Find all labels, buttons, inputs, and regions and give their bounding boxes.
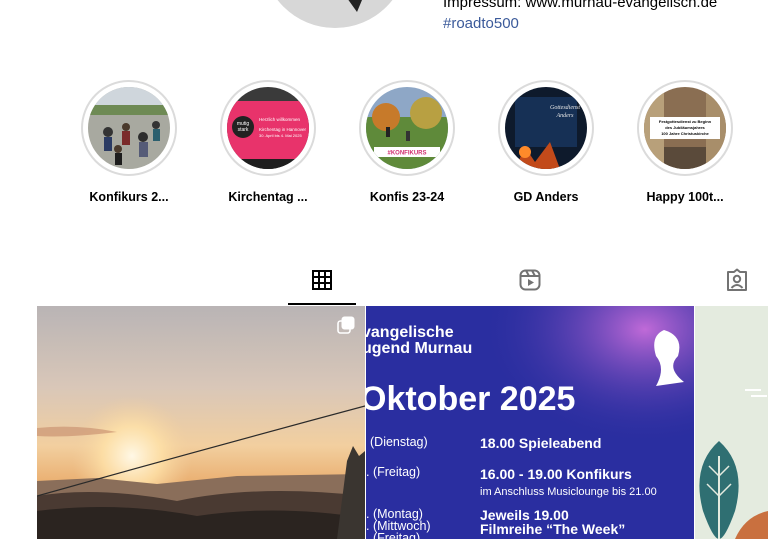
tab-posts[interactable] [310,268,334,292]
post-tile-sunset[interactable] [37,306,365,539]
svg-text:stark: stark [238,127,249,133]
leaf-illustration [695,306,768,539]
bio-impressum: Impressum: www.murnau-evangelisch.de [443,0,718,11]
highlight-kirchentag[interactable]: mutig stark Herzlich willkommen Kirchent… [220,80,316,204]
highlight-ring: Gottesdienst Anders [498,80,594,176]
highlight-label: GD Anders [513,190,579,204]
highlight-cover: Gottesdienst Anders [505,87,587,169]
reels-icon [519,269,541,291]
svg-text:100 Jahre Christuskirche: 100 Jahre Christuskirche [661,131,709,136]
svg-text:ugend Murnau: ugend Murnau [366,340,472,357]
highlight-cover: mutig stark Herzlich willkommen Kirchent… [227,87,309,169]
highlight-label: Konfikurs 2... [89,190,169,204]
post-tile-leaf[interactable] [695,306,768,539]
svg-text:Gottesdienst: Gottesdienst [550,105,580,111]
highlight-konfis-23-24[interactable]: #KONFIKURS Konfis 23-24 [359,80,455,204]
highlight-label: Happy 100t... [646,190,724,204]
svg-text:(Dienstag): (Dienstag) [370,435,428,449]
svg-text:Anders: Anders [556,113,575,119]
svg-text:Kirchentag in Hannover: Kirchentag in Hannover [259,127,307,132]
avatar-image [277,0,393,28]
profile-avatar[interactable] [262,0,408,28]
svg-text:im Anschluss Musiclounge bis 2: im Anschluss Musiclounge bis 21.00 [480,486,657,498]
highlight-ring: mutig stark Herzlich willkommen Kirchent… [220,80,316,176]
oktober-graphic: vangelische ugend Murnau Oktober 2025 (D… [366,306,694,539]
sunset-photo [37,306,365,539]
highlight-konfikurs[interactable]: Konfikurs 2... [81,80,177,204]
highlight-label: Kirchentag ... [228,190,308,204]
svg-text:Herzlich willkommen: Herzlich willkommen [259,117,301,122]
highlight-cover: Festgottesdienst zu Beginn des Jubiläums… [644,87,726,169]
svg-text:vangelische: vangelische [366,324,454,341]
svg-text:Oktober 2025: Oktober 2025 [366,380,575,418]
highlight-gd-anders[interactable]: Gottesdienst Anders GD Anders [498,80,594,204]
highlight-ring: Festgottesdienst zu Beginn des Jubiläums… [637,80,733,176]
grid-icon [312,270,332,290]
highlight-ring: #KONFIKURS [359,80,455,176]
svg-text:16.00 - 19.00 Konfikurs: 16.00 - 19.00 Konfikurs [480,466,632,482]
tab-reels[interactable] [518,268,542,292]
bio-hashtag-link[interactable]: #roadto500 [443,13,717,34]
active-tab-indicator [288,303,356,305]
profile-tabs [0,258,768,306]
svg-text:#KONFIKURS: #KONFIKURS [387,151,426,157]
highlight-happy-100[interactable]: Festgottesdienst zu Beginn des Jubiläums… [637,80,733,204]
svg-text:. (Freitag): . (Freitag) [366,531,420,539]
svg-text:. (Freitag): . (Freitag) [366,465,420,479]
highlight-cover [88,87,170,169]
tagged-icon [727,268,747,291]
multiple-images-icon [337,316,355,334]
post-tile-oktober[interactable]: vangelische ugend Murnau Oktober 2025 (D… [366,306,694,539]
highlight-label: Konfis 23-24 [369,190,445,204]
svg-text:Festgottesdienst zu Beginn: Festgottesdienst zu Beginn [659,119,712,124]
svg-text:30. April bis 4. Mai 2025: 30. April bis 4. Mai 2025 [259,133,302,138]
highlight-cover: #KONFIKURS [366,87,448,169]
profile-bio: Impressum: www.murnau-evangelisch.de #ro… [443,0,717,34]
tab-tagged[interactable] [725,268,749,292]
highlight-ring [81,80,177,176]
svg-text:des Jubiläumsjahres: des Jubiläumsjahres [665,125,705,130]
svg-text:Filmreihe “The Week”: Filmreihe “The Week” [480,521,625,537]
svg-text:18.00 Spieleabend: 18.00 Spieleabend [480,435,601,451]
